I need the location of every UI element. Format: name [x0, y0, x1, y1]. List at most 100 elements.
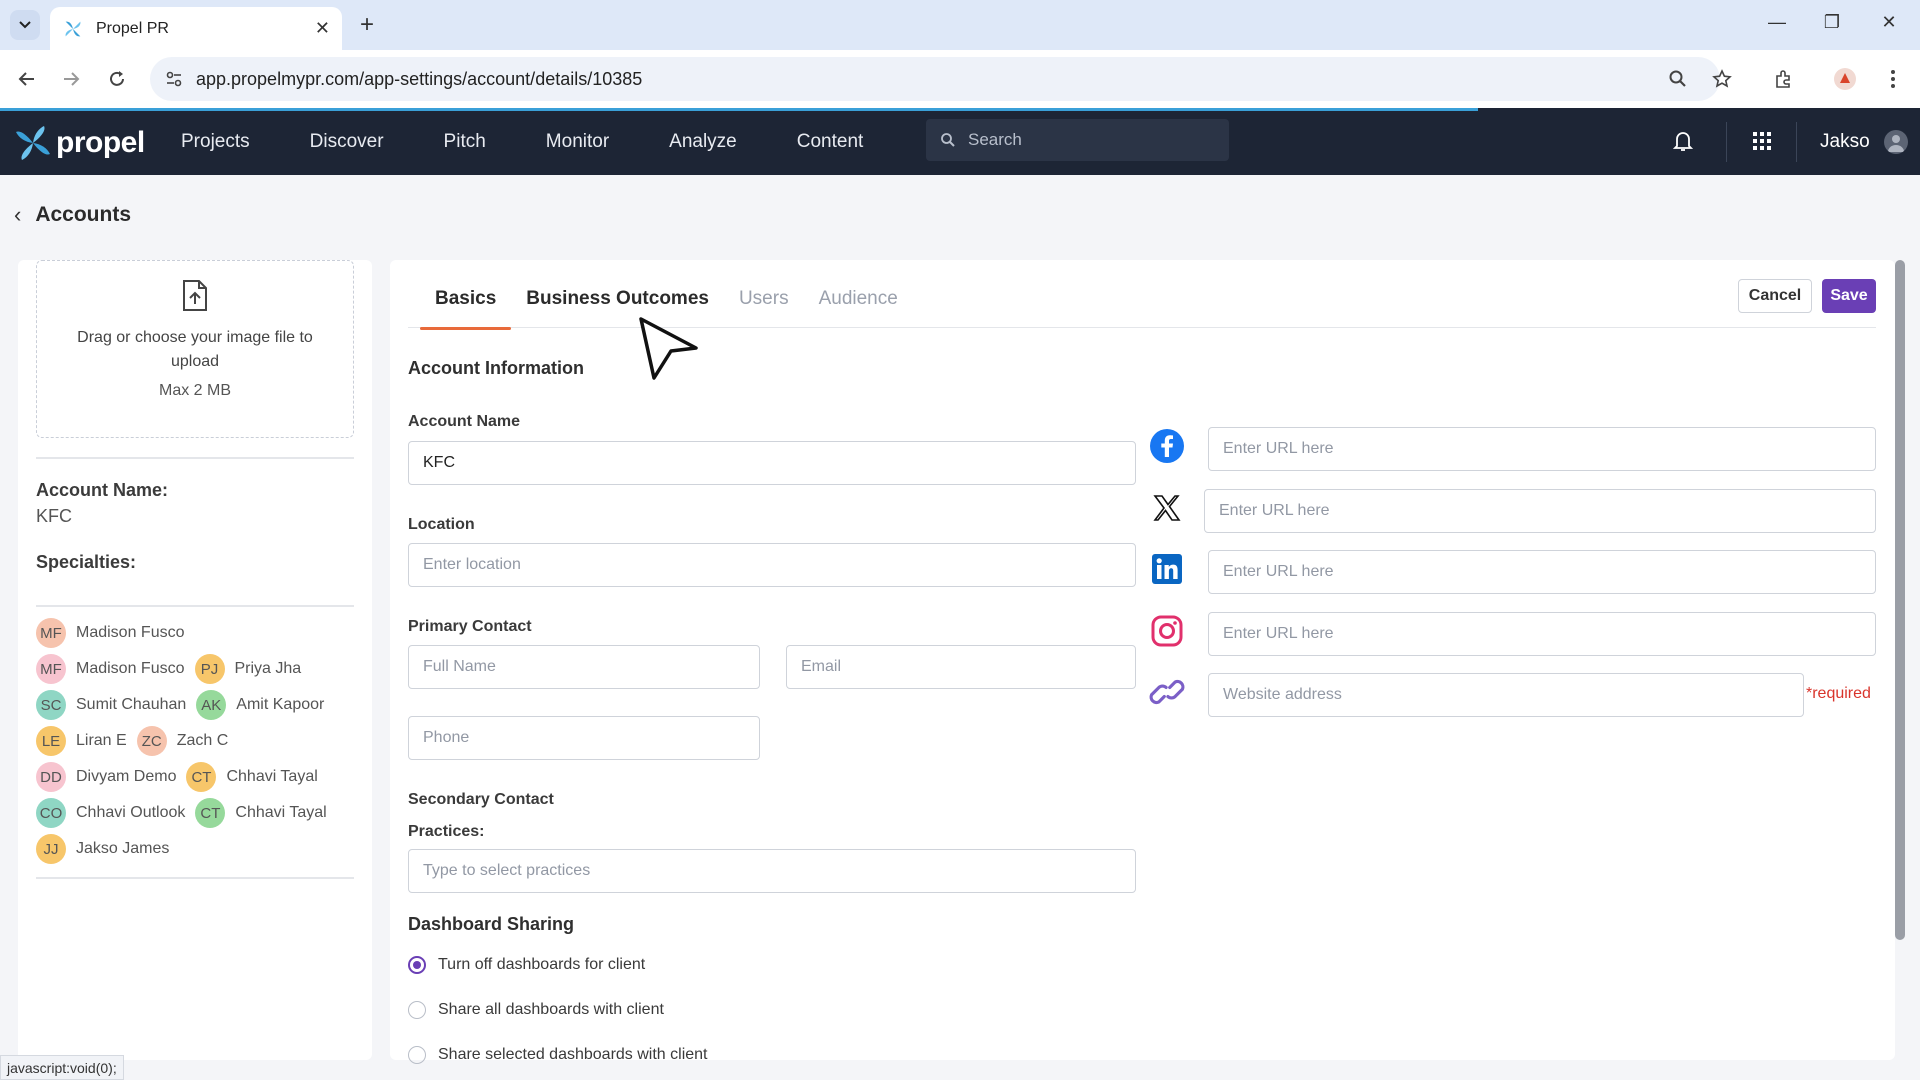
required-indicator: *required — [1806, 685, 1871, 702]
avatar: SC — [36, 690, 66, 720]
notifications-bell-icon[interactable] — [1671, 129, 1695, 153]
minimize-icon[interactable]: — — [1765, 12, 1789, 33]
practices-label: Practices: — [408, 823, 485, 840]
page-title[interactable]: Accounts — [35, 203, 131, 227]
extensions-icon[interactable] — [1771, 66, 1797, 92]
dashboard-option-off[interactable]: Turn off dashboards for client — [408, 956, 645, 974]
team-member[interactable]: CO Chhavi Outlook — [36, 798, 185, 828]
team-member-name: Chhavi Outlook — [76, 804, 186, 821]
user-menu[interactable]: Jakso — [1820, 108, 1908, 175]
team-member[interactable]: CT Chhavi Tayal — [186, 762, 318, 792]
radio-label: Turn off dashboards for client — [438, 956, 646, 973]
nav-content[interactable]: Content — [797, 131, 864, 153]
team-member[interactable]: MF Madison Fusco — [36, 654, 185, 684]
tab-users[interactable]: Users — [724, 274, 804, 327]
practices-input[interactable] — [408, 849, 1136, 893]
search-input[interactable] — [968, 130, 1208, 150]
profile-extension-icon[interactable] — [1832, 66, 1858, 92]
team-member-name: Chhavi Tayal — [226, 768, 318, 785]
nav-analyze[interactable]: Analyze — [669, 131, 737, 153]
loading-progress-bar — [0, 108, 1478, 111]
team-member[interactable]: ZC Zach C — [136, 726, 228, 756]
facebook-icon — [1148, 427, 1186, 465]
team-member-name: Sumit Chauhan — [76, 696, 187, 713]
header-divider — [1726, 122, 1727, 162]
team-member[interactable]: DD Divyam Demo — [36, 762, 176, 792]
chevron-down-icon — [19, 21, 31, 29]
specialties-label: Specialties: — [36, 552, 137, 572]
new-tab-button[interactable]: + — [352, 10, 382, 40]
avatar: DD — [36, 762, 66, 792]
team-member-name: Jakso James — [76, 840, 170, 857]
team-member[interactable]: PJ Priya Jha — [194, 654, 302, 684]
reload-icon[interactable] — [104, 66, 130, 92]
back-icon[interactable] — [14, 66, 40, 92]
account-name-input[interactable] — [408, 441, 1136, 485]
tab-basics[interactable]: Basics — [420, 274, 512, 330]
divider — [36, 877, 354, 879]
propel-favicon-icon — [65, 21, 81, 36]
team-member[interactable]: SC Sumit Chauhan — [36, 690, 186, 720]
address-bar-row: app.propelmypr.com/app-settings/account/… — [0, 50, 1920, 108]
propel-logo[interactable]: propel — [14, 124, 145, 162]
team-member-row: LE Liran E ZC Zach C — [36, 723, 366, 759]
cancel-button[interactable]: Cancel — [1738, 279, 1812, 313]
instagram-url-input[interactable] — [1208, 612, 1876, 656]
header-search[interactable] — [926, 119, 1229, 161]
chevron-left-icon[interactable]: ‹ — [14, 202, 21, 228]
upload-limit: Max 2 MB — [158, 382, 231, 399]
location-input[interactable] — [408, 543, 1136, 587]
team-member[interactable]: AK Amit Kapoor — [196, 690, 324, 720]
radio[interactable] — [408, 1046, 426, 1064]
user-avatar-icon — [1883, 129, 1908, 154]
phone-input[interactable] — [408, 716, 760, 760]
dashboard-option-all[interactable]: Share all dashboards with client — [408, 1001, 664, 1019]
x-url-input[interactable] — [1204, 489, 1876, 533]
nav-pitch[interactable]: Pitch — [444, 131, 486, 153]
nav-discover[interactable]: Discover — [310, 131, 384, 153]
facebook-url-input[interactable] — [1208, 427, 1876, 471]
app-header: propel Projects Discover Pitch Monitor A… — [0, 108, 1920, 175]
team-member-row: MF Madison Fusco PJ Priya Jha — [36, 651, 366, 687]
browser-tabstrip: Propel PR ✕ + — ❐ ✕ — [0, 0, 1920, 50]
team-member[interactable]: MF Madison Fusco — [36, 618, 185, 648]
team-member-name: Divyam Demo — [76, 768, 177, 785]
upload-instructions: Drag or choose your image file to upload — [77, 329, 313, 370]
forward-icon[interactable] — [58, 66, 84, 92]
section-title: Account Information — [408, 358, 584, 378]
close-tab-icon[interactable]: ✕ — [315, 18, 330, 39]
team-member[interactable]: LE Liran E — [36, 726, 127, 756]
avatar: ZC — [136, 726, 167, 756]
team-member-name: Priya Jha — [234, 660, 302, 677]
account-name-value: KFC — [36, 506, 72, 526]
radio[interactable] — [408, 1001, 426, 1019]
page-scrollbar[interactable] — [1895, 260, 1905, 940]
bookmark-star-icon[interactable] — [1709, 66, 1735, 92]
dashboard-option-selected[interactable]: Share selected dashboards with client — [408, 1046, 708, 1064]
linkedin-icon — [1148, 550, 1186, 588]
team-member[interactable]: JJ Jakso James — [36, 834, 169, 864]
apps-grid-icon[interactable] — [1750, 129, 1774, 153]
full-name-input[interactable] — [408, 645, 760, 689]
team-member-name: Amit Kapoor — [236, 696, 325, 713]
email-input[interactable] — [786, 645, 1136, 689]
close-window-icon[interactable]: ✕ — [1877, 12, 1901, 33]
omnibox[interactable]: app.propelmypr.com/app-settings/account/… — [150, 57, 1732, 101]
tab-audience[interactable]: Audience — [804, 274, 913, 327]
header-divider — [1796, 122, 1797, 162]
tab-search-button[interactable] — [10, 10, 40, 40]
nav-projects[interactable]: Projects — [181, 131, 250, 153]
nav-monitor[interactable]: Monitor — [546, 131, 609, 153]
browser-tab[interactable]: Propel PR ✕ — [50, 7, 342, 50]
image-upload-dropzone[interactable]: Drag or choose your image file to upload… — [36, 260, 354, 438]
save-button[interactable]: Save — [1822, 279, 1876, 313]
team-member[interactable]: CT Chhavi Tayal — [195, 798, 327, 828]
linkedin-url-input[interactable] — [1208, 550, 1876, 594]
website-address-input[interactable] — [1208, 673, 1804, 717]
site-settings-icon[interactable] — [164, 69, 184, 89]
zoom-icon[interactable] — [1665, 66, 1691, 92]
link-icon — [1148, 673, 1186, 711]
browser-menu-icon[interactable] — [1880, 66, 1906, 92]
restore-icon[interactable]: ❐ — [1820, 12, 1844, 33]
radio-selected[interactable] — [408, 956, 426, 974]
